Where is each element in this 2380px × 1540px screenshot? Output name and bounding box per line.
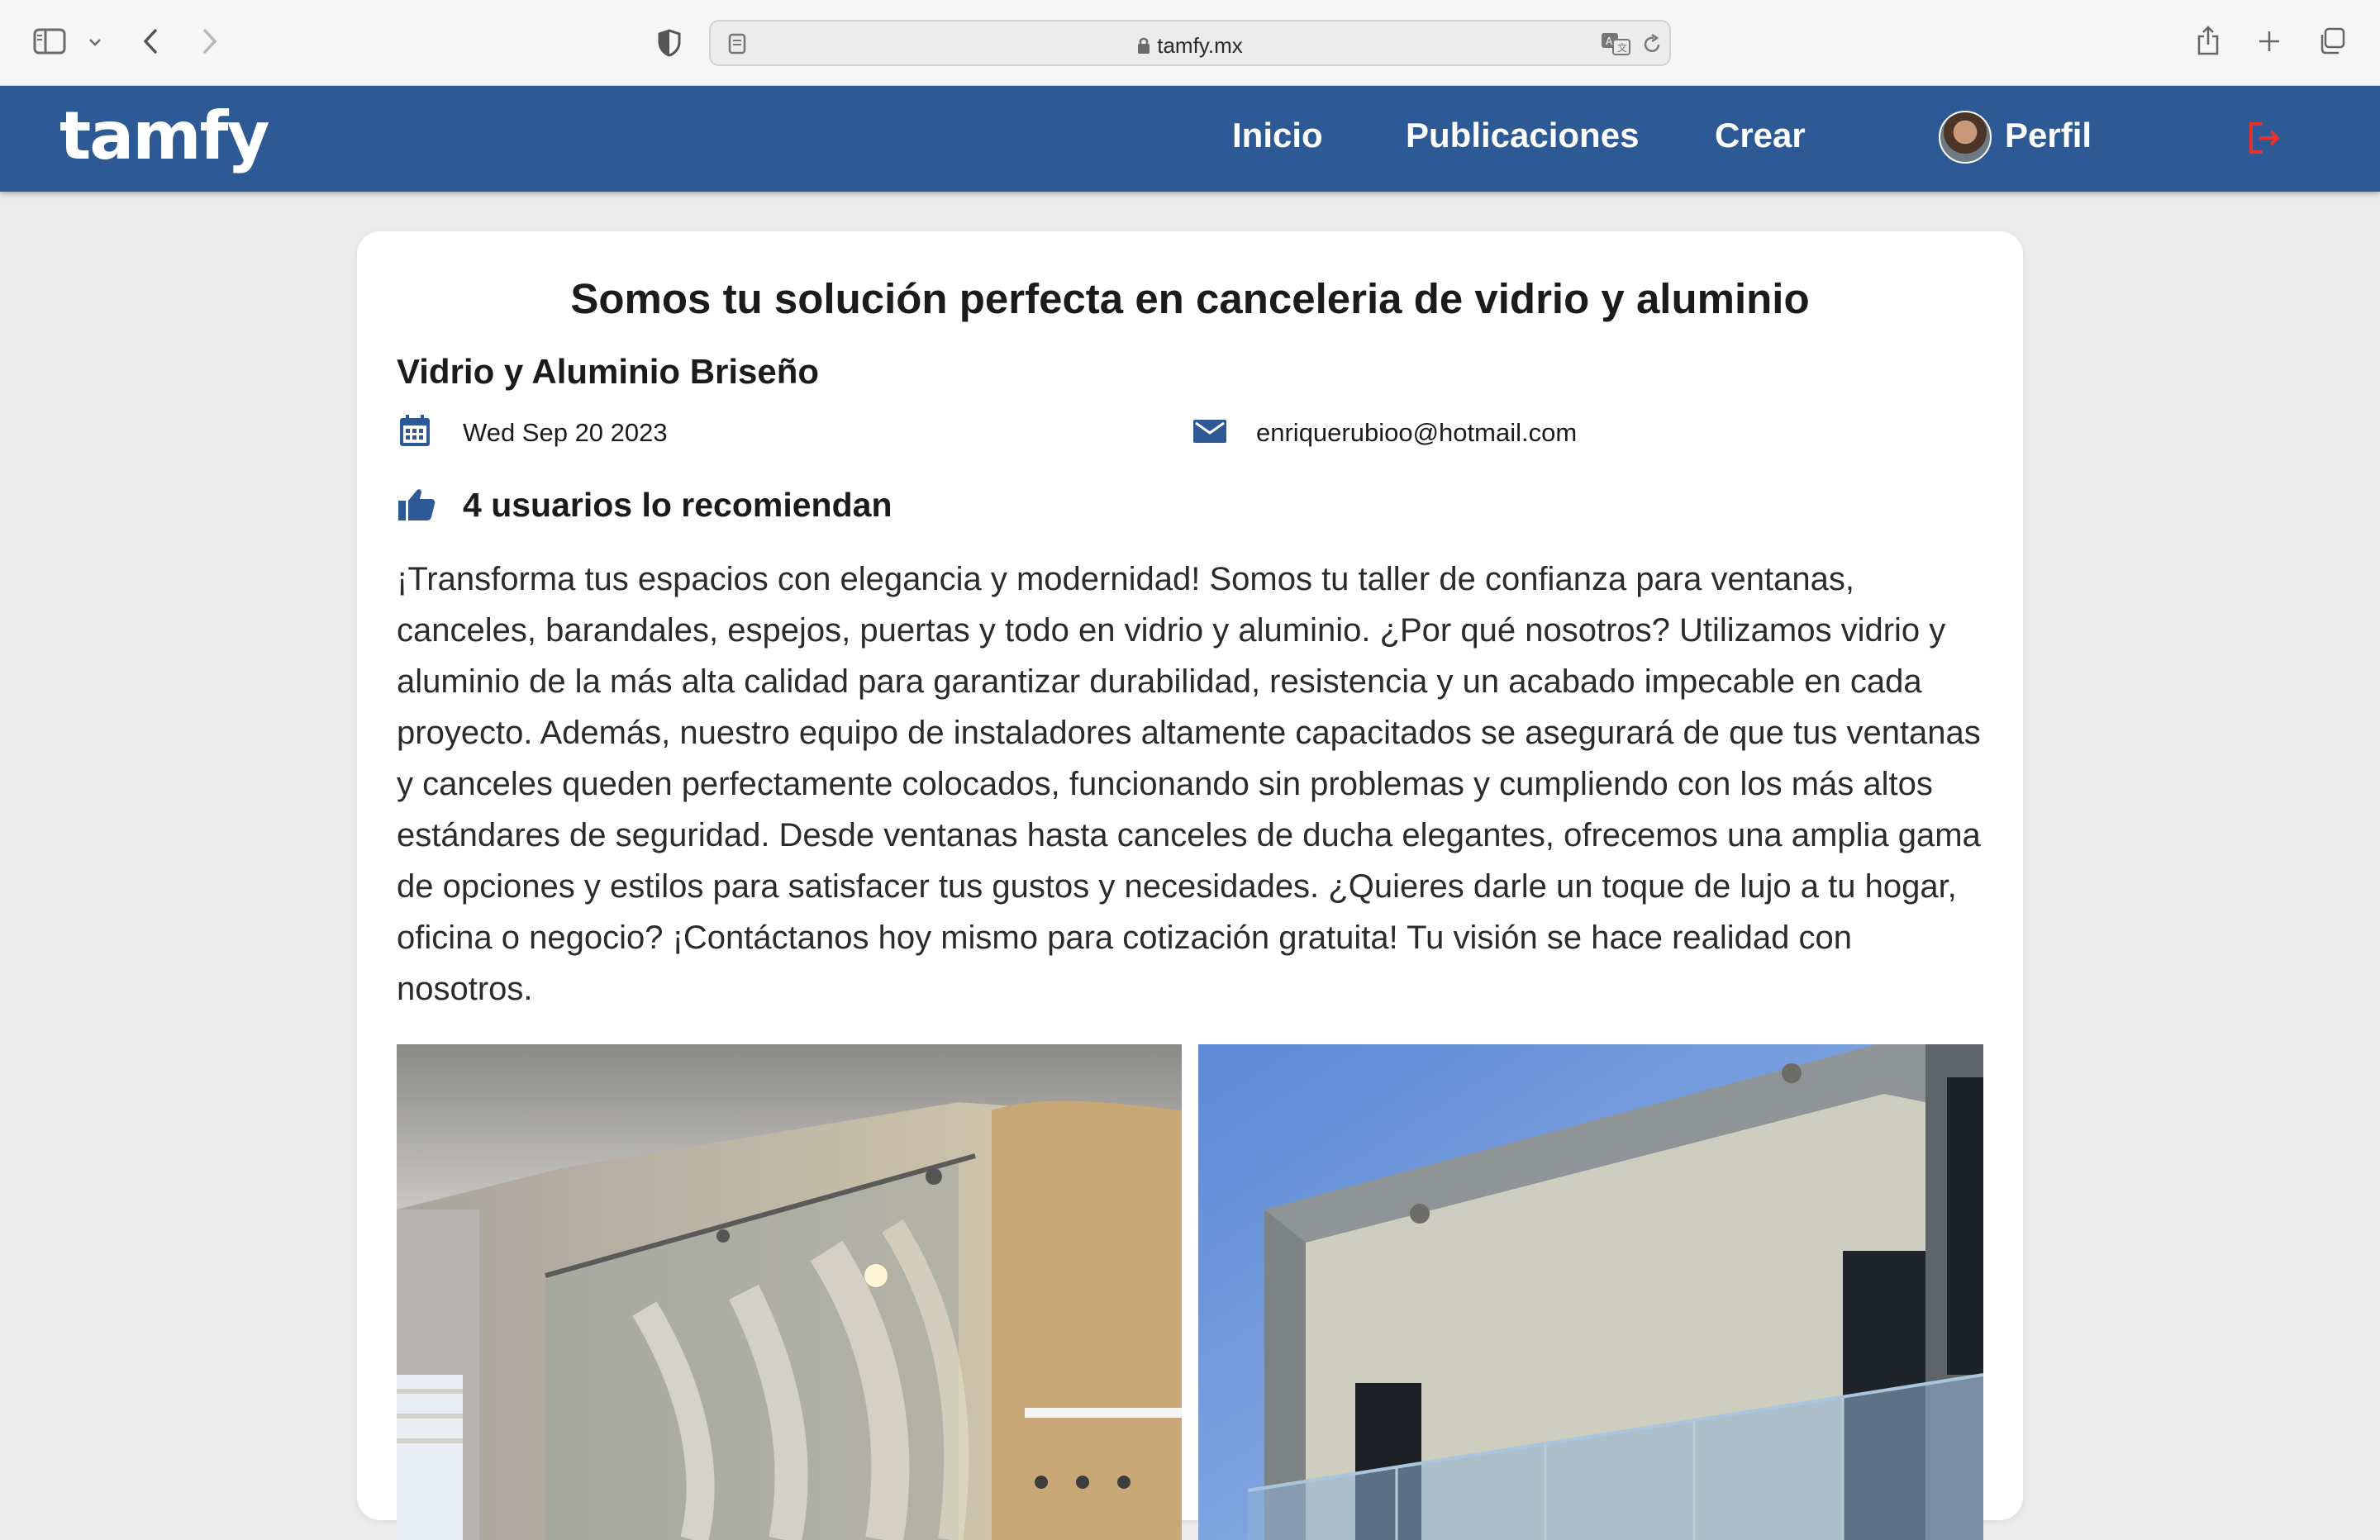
nav-link-crear[interactable]: Crear: [1715, 116, 1806, 155]
post-title: Somos tu solución perfecta en canceleria…: [570, 275, 1810, 322]
contact-email[interactable]: enriquerubioo@hotmail.com: [1256, 418, 1577, 448]
svg-text:文: 文: [1617, 41, 1627, 54]
nav-link-inicio[interactable]: Inicio: [1232, 116, 1323, 155]
translate-icon[interactable]: A文: [1600, 30, 1633, 58]
nav-link-publicaciones[interactable]: Publicaciones: [1406, 116, 1639, 155]
new-tab-icon[interactable]: [2253, 25, 2286, 58]
site-logo[interactable]: tamfy: [60, 97, 270, 174]
address-bar[interactable]: tamfy.mx A文: [709, 20, 1671, 66]
browser-toolbar: tamfy.mx A文: [0, 0, 2380, 86]
reload-icon[interactable]: [1638, 30, 1666, 58]
sidebar-toggle-icon[interactable]: [31, 25, 68, 58]
logout-icon[interactable]: [2244, 119, 2282, 157]
mail-icon: [1192, 413, 1228, 449]
post-image-shower[interactable]: [397, 1044, 1182, 1540]
share-icon[interactable]: [2192, 21, 2225, 59]
chevron-down-icon[interactable]: [83, 31, 107, 53]
url-display[interactable]: tamfy.mx: [711, 33, 1669, 60]
avatar[interactable]: [1939, 111, 1992, 164]
business-name: Vidrio y Aluminio Briseño: [397, 352, 820, 391]
recommendation-count: 4 usuarios lo recomiendan: [463, 486, 892, 524]
post-card: Somos tu solución perfecta en canceleria…: [357, 231, 2023, 1540]
post-date: Wed Sep 20 2023: [463, 418, 668, 447]
url-text: tamfy.mx: [1157, 33, 1243, 58]
privacy-shield-icon[interactable]: [653, 25, 686, 61]
nav-link-perfil[interactable]: Perfil: [2005, 116, 2092, 155]
site-navbar: tamfy Inicio Publicaciones Crear Perfil: [0, 86, 2380, 192]
back-icon[interactable]: [134, 23, 167, 59]
post-image-balcony[interactable]: [1198, 1044, 1983, 1540]
thumbs-up-icon[interactable]: [397, 484, 436, 524]
tab-overview-icon[interactable]: [2316, 25, 2349, 58]
lock-icon: [1137, 35, 1150, 60]
svg-text:A: A: [1606, 36, 1613, 47]
calendar-icon: [397, 413, 433, 449]
post-description: ¡Transforma tus espacios con elegancia y…: [397, 561, 1981, 1007]
forward-icon[interactable]: [193, 23, 226, 59]
